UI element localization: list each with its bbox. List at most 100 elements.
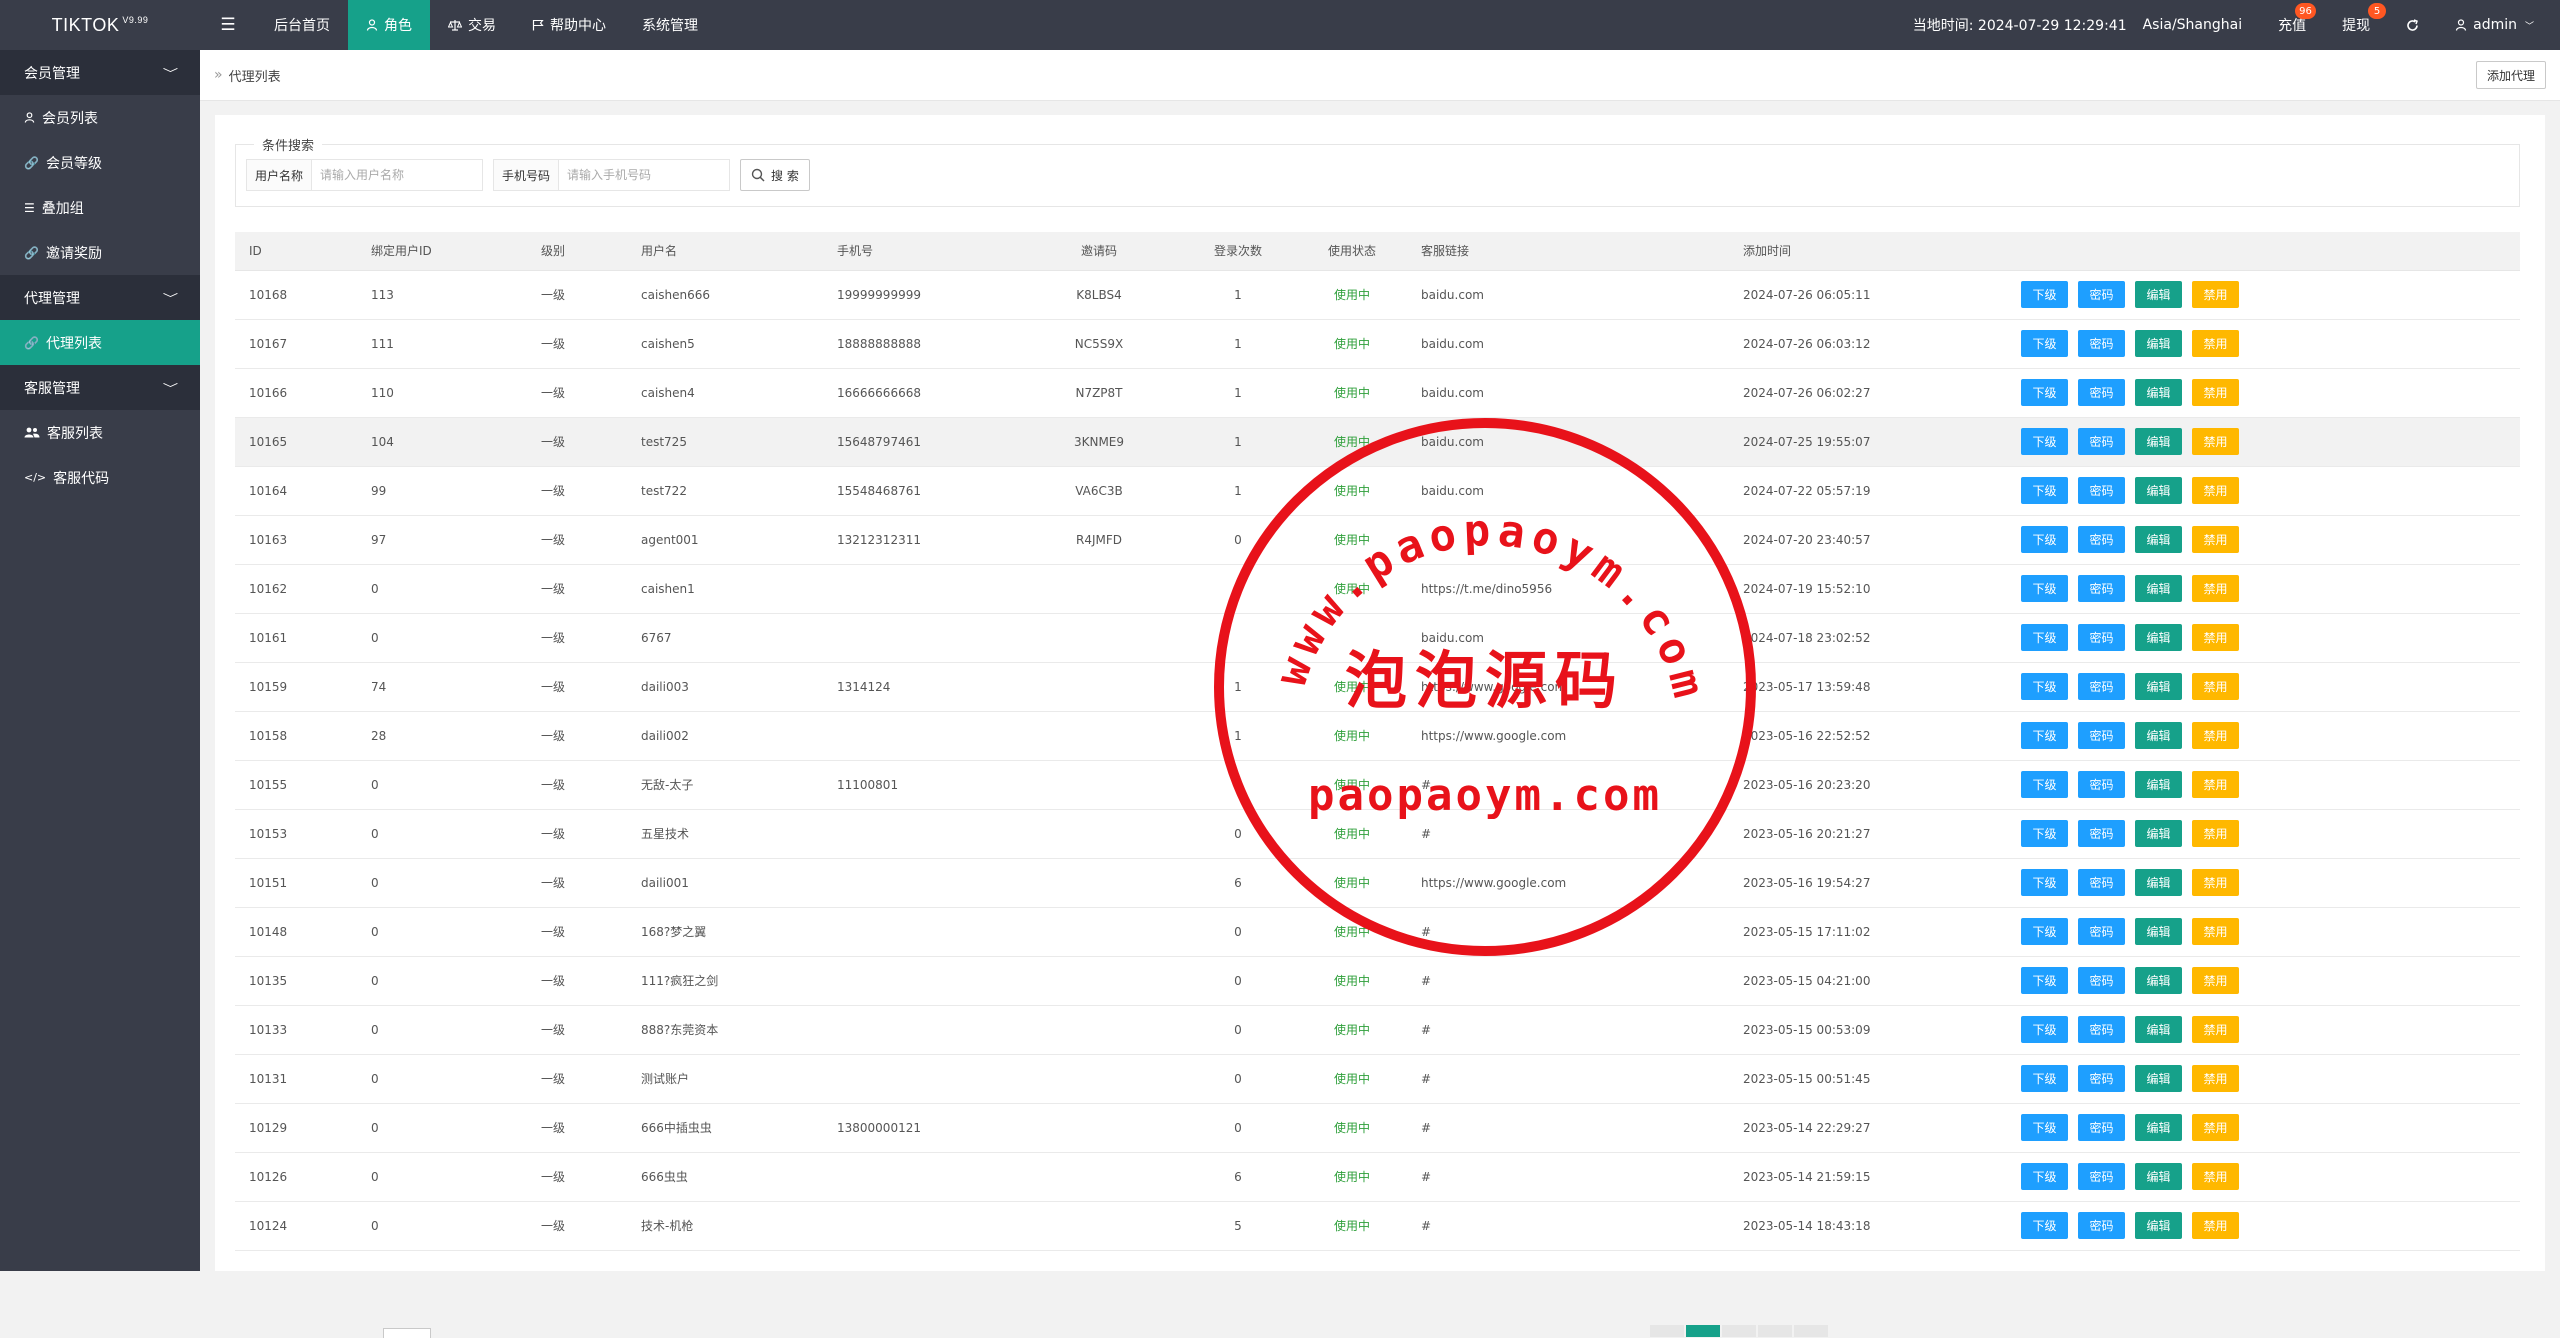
logo[interactable]: TIKTOK V9.99 xyxy=(0,0,200,50)
sub-level-button[interactable]: 下级 xyxy=(2021,1114,2068,1141)
password-button[interactable]: 密码 xyxy=(2078,1114,2125,1141)
sub-level-button[interactable]: 下级 xyxy=(2021,526,2068,553)
phone-input[interactable] xyxy=(559,160,730,190)
edit-button[interactable]: 编辑 xyxy=(2135,771,2182,798)
password-button[interactable]: 密码 xyxy=(2078,820,2125,847)
edit-button[interactable]: 编辑 xyxy=(2135,428,2182,455)
password-button[interactable]: 密码 xyxy=(2078,624,2125,651)
disable-button[interactable]: 禁用 xyxy=(2192,771,2239,798)
nav-trade[interactable]: 交易 xyxy=(430,0,514,50)
user-menu[interactable]: admin ﹀ xyxy=(2437,0,2560,50)
sidebar-item-member-list[interactable]: 会员列表 xyxy=(0,95,200,140)
disable-button[interactable]: 禁用 xyxy=(2192,281,2239,308)
password-button[interactable]: 密码 xyxy=(2078,379,2125,406)
sidebar-group-member[interactable]: 会员管理 ﹀ xyxy=(0,50,200,95)
disable-button[interactable]: 禁用 xyxy=(2192,330,2239,357)
password-button[interactable]: 密码 xyxy=(2078,281,2125,308)
edit-button[interactable]: 编辑 xyxy=(2135,477,2182,504)
disable-button[interactable]: 禁用 xyxy=(2192,1016,2239,1043)
disable-button[interactable]: 禁用 xyxy=(2192,526,2239,553)
sub-level-button[interactable]: 下级 xyxy=(2021,1212,2068,1239)
sub-level-button[interactable]: 下级 xyxy=(2021,575,2068,602)
edit-button[interactable]: 编辑 xyxy=(2135,1065,2182,1092)
sub-level-button[interactable]: 下级 xyxy=(2021,330,2068,357)
password-button[interactable]: 密码 xyxy=(2078,575,2125,602)
disable-button[interactable]: 禁用 xyxy=(2192,673,2239,700)
sidebar-item-service-list[interactable]: 客服列表 xyxy=(0,410,200,455)
password-button[interactable]: 密码 xyxy=(2078,918,2125,945)
edit-button[interactable]: 编辑 xyxy=(2135,575,2182,602)
menu-toggle-button[interactable]: ☰ xyxy=(200,0,256,50)
withdraw-link[interactable]: 提现 5 xyxy=(2324,0,2388,50)
page-size-select[interactable] xyxy=(383,1328,431,1338)
sub-level-button[interactable]: 下级 xyxy=(2021,967,2068,994)
edit-button[interactable]: 编辑 xyxy=(2135,918,2182,945)
sidebar-item-member-level[interactable]: 🔗 会员等级 xyxy=(0,140,200,185)
password-button[interactable]: 密码 xyxy=(2078,967,2125,994)
sidebar-item-agent-list[interactable]: 🔗 代理列表 xyxy=(0,320,200,365)
password-button[interactable]: 密码 xyxy=(2078,722,2125,749)
password-button[interactable]: 密码 xyxy=(2078,1016,2125,1043)
sub-level-button[interactable]: 下级 xyxy=(2021,1016,2068,1043)
search-button[interactable]: 搜 索 xyxy=(740,159,810,191)
disable-button[interactable]: 禁用 xyxy=(2192,967,2239,994)
edit-button[interactable]: 编辑 xyxy=(2135,624,2182,651)
edit-button[interactable]: 编辑 xyxy=(2135,869,2182,896)
disable-button[interactable]: 禁用 xyxy=(2192,477,2239,504)
page-prev-button[interactable] xyxy=(1650,1325,1684,1337)
disable-button[interactable]: 禁用 xyxy=(2192,869,2239,896)
edit-button[interactable]: 编辑 xyxy=(2135,1212,2182,1239)
sub-level-button[interactable]: 下级 xyxy=(2021,869,2068,896)
password-button[interactable]: 密码 xyxy=(2078,869,2125,896)
password-button[interactable]: 密码 xyxy=(2078,1065,2125,1092)
page-current[interactable] xyxy=(1686,1325,1720,1337)
disable-button[interactable]: 禁用 xyxy=(2192,575,2239,602)
sub-level-button[interactable]: 下级 xyxy=(2021,771,2068,798)
edit-button[interactable]: 编辑 xyxy=(2135,820,2182,847)
password-button[interactable]: 密码 xyxy=(2078,526,2125,553)
nav-role[interactable]: 角色 xyxy=(348,0,430,50)
sidebar-group-service[interactable]: 客服管理 ﹀ xyxy=(0,365,200,410)
sidebar-item-invite-reward[interactable]: 🔗 邀请奖励 xyxy=(0,230,200,275)
sub-level-button[interactable]: 下级 xyxy=(2021,477,2068,504)
sidebar-item-service-code[interactable]: </> 客服代码 xyxy=(0,455,200,500)
password-button[interactable]: 密码 xyxy=(2078,477,2125,504)
password-button[interactable]: 密码 xyxy=(2078,1163,2125,1190)
edit-button[interactable]: 编辑 xyxy=(2135,1016,2182,1043)
disable-button[interactable]: 禁用 xyxy=(2192,1114,2239,1141)
sub-level-button[interactable]: 下级 xyxy=(2021,428,2068,455)
edit-button[interactable]: 编辑 xyxy=(2135,722,2182,749)
disable-button[interactable]: 禁用 xyxy=(2192,820,2239,847)
disable-button[interactable]: 禁用 xyxy=(2192,624,2239,651)
edit-button[interactable]: 编辑 xyxy=(2135,1163,2182,1190)
edit-button[interactable]: 编辑 xyxy=(2135,1114,2182,1141)
sub-level-button[interactable]: 下级 xyxy=(2021,1163,2068,1190)
sub-level-button[interactable]: 下级 xyxy=(2021,1065,2068,1092)
sub-level-button[interactable]: 下级 xyxy=(2021,918,2068,945)
disable-button[interactable]: 禁用 xyxy=(2192,1212,2239,1239)
page-next-button[interactable] xyxy=(1794,1325,1828,1337)
nav-system[interactable]: 系统管理 xyxy=(624,0,716,50)
sub-level-button[interactable]: 下级 xyxy=(2021,673,2068,700)
recharge-link[interactable]: 充值 96 xyxy=(2260,0,2324,50)
disable-button[interactable]: 禁用 xyxy=(2192,722,2239,749)
nav-home[interactable]: 后台首页 xyxy=(256,0,348,50)
edit-button[interactable]: 编辑 xyxy=(2135,281,2182,308)
sidebar-item-stack-group[interactable]: ☰ 叠加组 xyxy=(0,185,200,230)
password-button[interactable]: 密码 xyxy=(2078,673,2125,700)
nav-help[interactable]: 帮助中心 xyxy=(514,0,624,50)
edit-button[interactable]: 编辑 xyxy=(2135,330,2182,357)
sub-level-button[interactable]: 下级 xyxy=(2021,820,2068,847)
sub-level-button[interactable]: 下级 xyxy=(2021,722,2068,749)
edit-button[interactable]: 编辑 xyxy=(2135,526,2182,553)
disable-button[interactable]: 禁用 xyxy=(2192,918,2239,945)
username-input[interactable] xyxy=(312,160,483,190)
disable-button[interactable]: 禁用 xyxy=(2192,1065,2239,1092)
page-button[interactable] xyxy=(1722,1325,1756,1337)
sub-level-button[interactable]: 下级 xyxy=(2021,624,2068,651)
sidebar-group-agent[interactable]: 代理管理 ﹀ xyxy=(0,275,200,320)
disable-button[interactable]: 禁用 xyxy=(2192,1163,2239,1190)
page-button[interactable] xyxy=(1758,1325,1792,1337)
password-button[interactable]: 密码 xyxy=(2078,330,2125,357)
edit-button[interactable]: 编辑 xyxy=(2135,379,2182,406)
